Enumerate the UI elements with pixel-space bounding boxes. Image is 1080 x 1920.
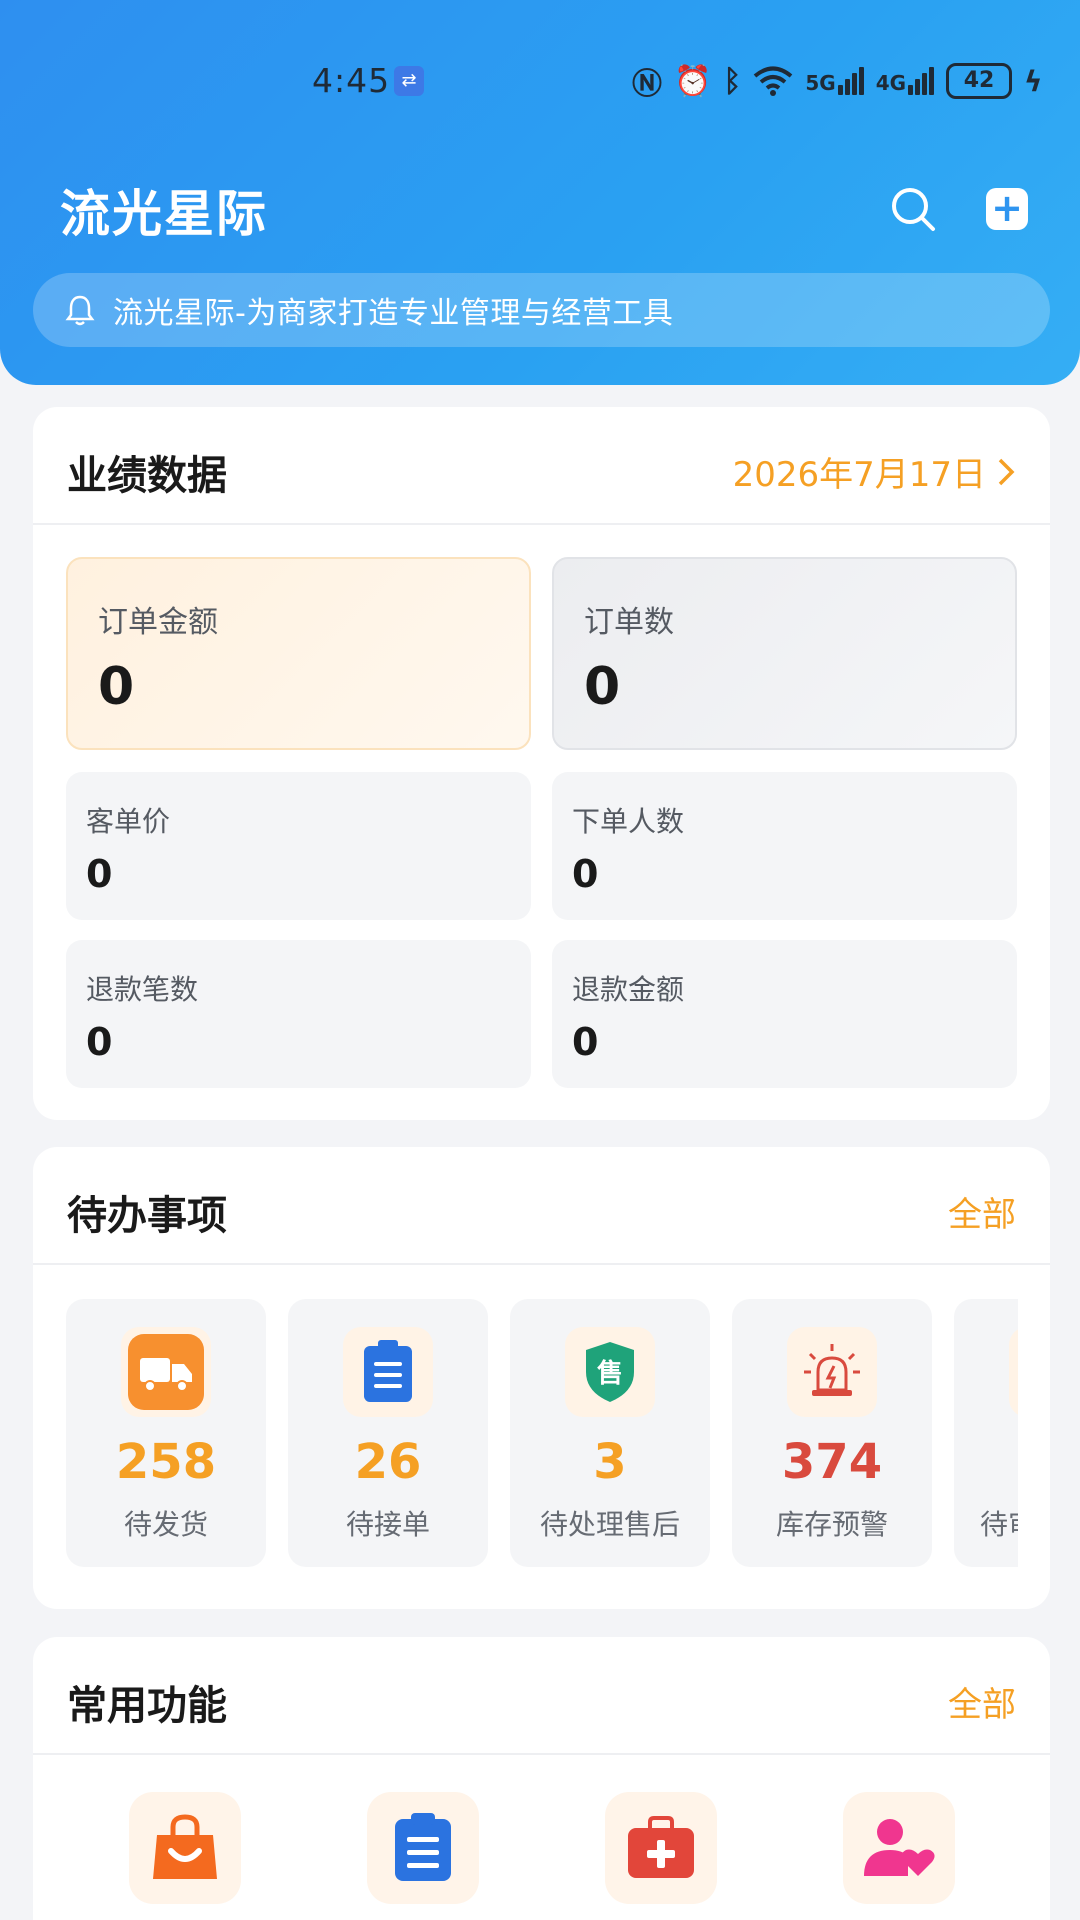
todo-count: 3: [593, 1434, 627, 1490]
bluetooth-icon: ᛒ: [723, 63, 742, 99]
todo-header: 待办事项 全部: [33, 1147, 1050, 1265]
stat-value: 0: [572, 1020, 599, 1064]
status-icons: Ⓝ ⏰ ᛒ 5G 4G 42 ϟ: [632, 59, 1043, 103]
first-aid-kit-icon: [628, 1816, 694, 1878]
usb-icon: ⇄: [394, 66, 424, 96]
search-icon[interactable]: [890, 186, 936, 232]
todo-card: 待办事项 全部 258 待发货 26 待接单 售 3 待处理售后 374 库存预…: [33, 1147, 1050, 1609]
todo-icon-bg: [343, 1327, 433, 1417]
todo-count: 374: [781, 1434, 883, 1490]
todo-icon-bg: [787, 1327, 877, 1417]
signal-5g-label: 5G: [805, 71, 836, 95]
todo-item-after-sale[interactable]: 售 3 待处理售后: [510, 1299, 710, 1567]
stat-value: 0: [86, 852, 113, 896]
after-sale-shield-icon: 售: [586, 1342, 634, 1402]
clipboard-list-icon: [395, 1813, 451, 1881]
notice-text: 流光星际-为商家打造专业管理与经营工具: [113, 296, 674, 331]
add-button[interactable]: +: [986, 188, 1028, 230]
alarm-icon: ⏰: [674, 63, 712, 99]
performance-card: 业绩数据 2026年7月17日 订单金额 0 订单数 0 客单价 0 下单人数 …: [33, 407, 1050, 1120]
app-title: 流光星际: [60, 185, 268, 243]
shopping-bag-icon: [153, 1814, 217, 1879]
todo-count: 26: [354, 1434, 422, 1490]
user-heart-icon: [864, 1819, 935, 1876]
stat-avg-order-price[interactable]: 客单价 0: [66, 772, 531, 920]
todo-item-accept[interactable]: 26 待接单: [288, 1299, 488, 1567]
common-all-link[interactable]: 全部: [948, 1677, 1016, 1726]
stat-label: 下单人数: [572, 805, 685, 838]
stat-value: 0: [572, 852, 599, 896]
todo-label: 待发货: [123, 1508, 208, 1541]
performance-header: 业绩数据 2026年7月17日: [33, 407, 1050, 525]
stat-refund-amount[interactable]: 退款金额 0: [552, 940, 1017, 1088]
chevron-right-icon: [998, 458, 1015, 485]
stat-label: 退款笔数: [86, 973, 199, 1006]
func-shopping-bag[interactable]: [129, 1792, 241, 1904]
func-members[interactable]: [843, 1792, 955, 1904]
todo-item-partial[interactable]: 待审: [954, 1299, 1018, 1567]
status-bar: 4:45 ⇄ Ⓝ ⏰ ᛒ 5G 4G 42 ϟ: [0, 55, 1080, 109]
todo-title: 待办事项: [67, 1193, 227, 1239]
charging-icon: ϟ: [1024, 64, 1043, 98]
todo-label: 待接单: [345, 1508, 430, 1541]
todo-label: 待审: [980, 1508, 1018, 1541]
app-header: 4:45 ⇄ Ⓝ ⏰ ᛒ 5G 4G 42 ϟ 流光星际 + 流光星际-为商家打…: [0, 0, 1080, 385]
notice-bar[interactable]: 流光星际-为商家打造专业管理与经营工具: [33, 273, 1050, 347]
stat-order-amount[interactable]: 订单金额 0: [66, 557, 531, 750]
stat-label: 退款金额: [572, 973, 685, 1006]
stat-label: 订单数: [584, 605, 674, 640]
wifi-icon: [754, 66, 793, 96]
todo-icon-bg: [121, 1327, 211, 1417]
stat-label: 客单价: [86, 805, 171, 838]
func-orders[interactable]: [367, 1792, 479, 1904]
todo-count: 258: [115, 1434, 217, 1490]
nfc-icon: Ⓝ: [632, 67, 662, 102]
status-time: 4:45: [312, 61, 391, 100]
date-label: 2026年7月17日: [732, 455, 986, 495]
todo-item-stock-alert[interactable]: 374 库存预警: [732, 1299, 932, 1567]
signal-5g-icon: 5G: [805, 67, 864, 95]
svg-text:售: 售: [597, 1358, 623, 1389]
todo-icon-bg: 售: [565, 1327, 655, 1417]
todo-label: 库存预警: [775, 1508, 888, 1541]
func-aftercare[interactable]: [605, 1792, 717, 1904]
todo-scroll-strip[interactable]: 258 待发货 26 待接单 售 3 待处理售后 374 库存预警 待: [66, 1299, 1018, 1567]
date-selector[interactable]: 2026年7月17日: [733, 447, 1016, 496]
bell-icon: [65, 295, 95, 326]
common-title: 常用功能: [67, 1683, 227, 1729]
common-header: 常用功能 全部: [33, 1637, 1050, 1755]
partial-icon: [1009, 1327, 1018, 1417]
stat-order-count[interactable]: 订单数 0: [552, 557, 1017, 750]
todo-label: 待处理售后: [539, 1508, 680, 1541]
todo-item-ship[interactable]: 258 待发货: [66, 1299, 266, 1567]
stat-buyer-count[interactable]: 下单人数 0: [552, 772, 1017, 920]
common-functions-card: 常用功能 全部: [33, 1637, 1050, 1920]
stat-value: 0: [98, 657, 135, 717]
clipboard-icon: [364, 1340, 412, 1402]
stat-refund-count[interactable]: 退款笔数 0: [66, 940, 531, 1088]
battery-icon: 42: [946, 63, 1013, 99]
signal-4g-icon: 4G: [875, 67, 935, 95]
alarm-light-icon: [804, 1344, 860, 1396]
signal-4g-label: 4G: [875, 71, 907, 95]
stat-label: 订单金额: [98, 605, 218, 640]
performance-title: 业绩数据: [67, 453, 227, 499]
truck-icon: [128, 1334, 204, 1410]
todo-all-link[interactable]: 全部: [948, 1187, 1016, 1236]
stat-value: 0: [584, 657, 621, 717]
stat-value: 0: [86, 1020, 113, 1064]
